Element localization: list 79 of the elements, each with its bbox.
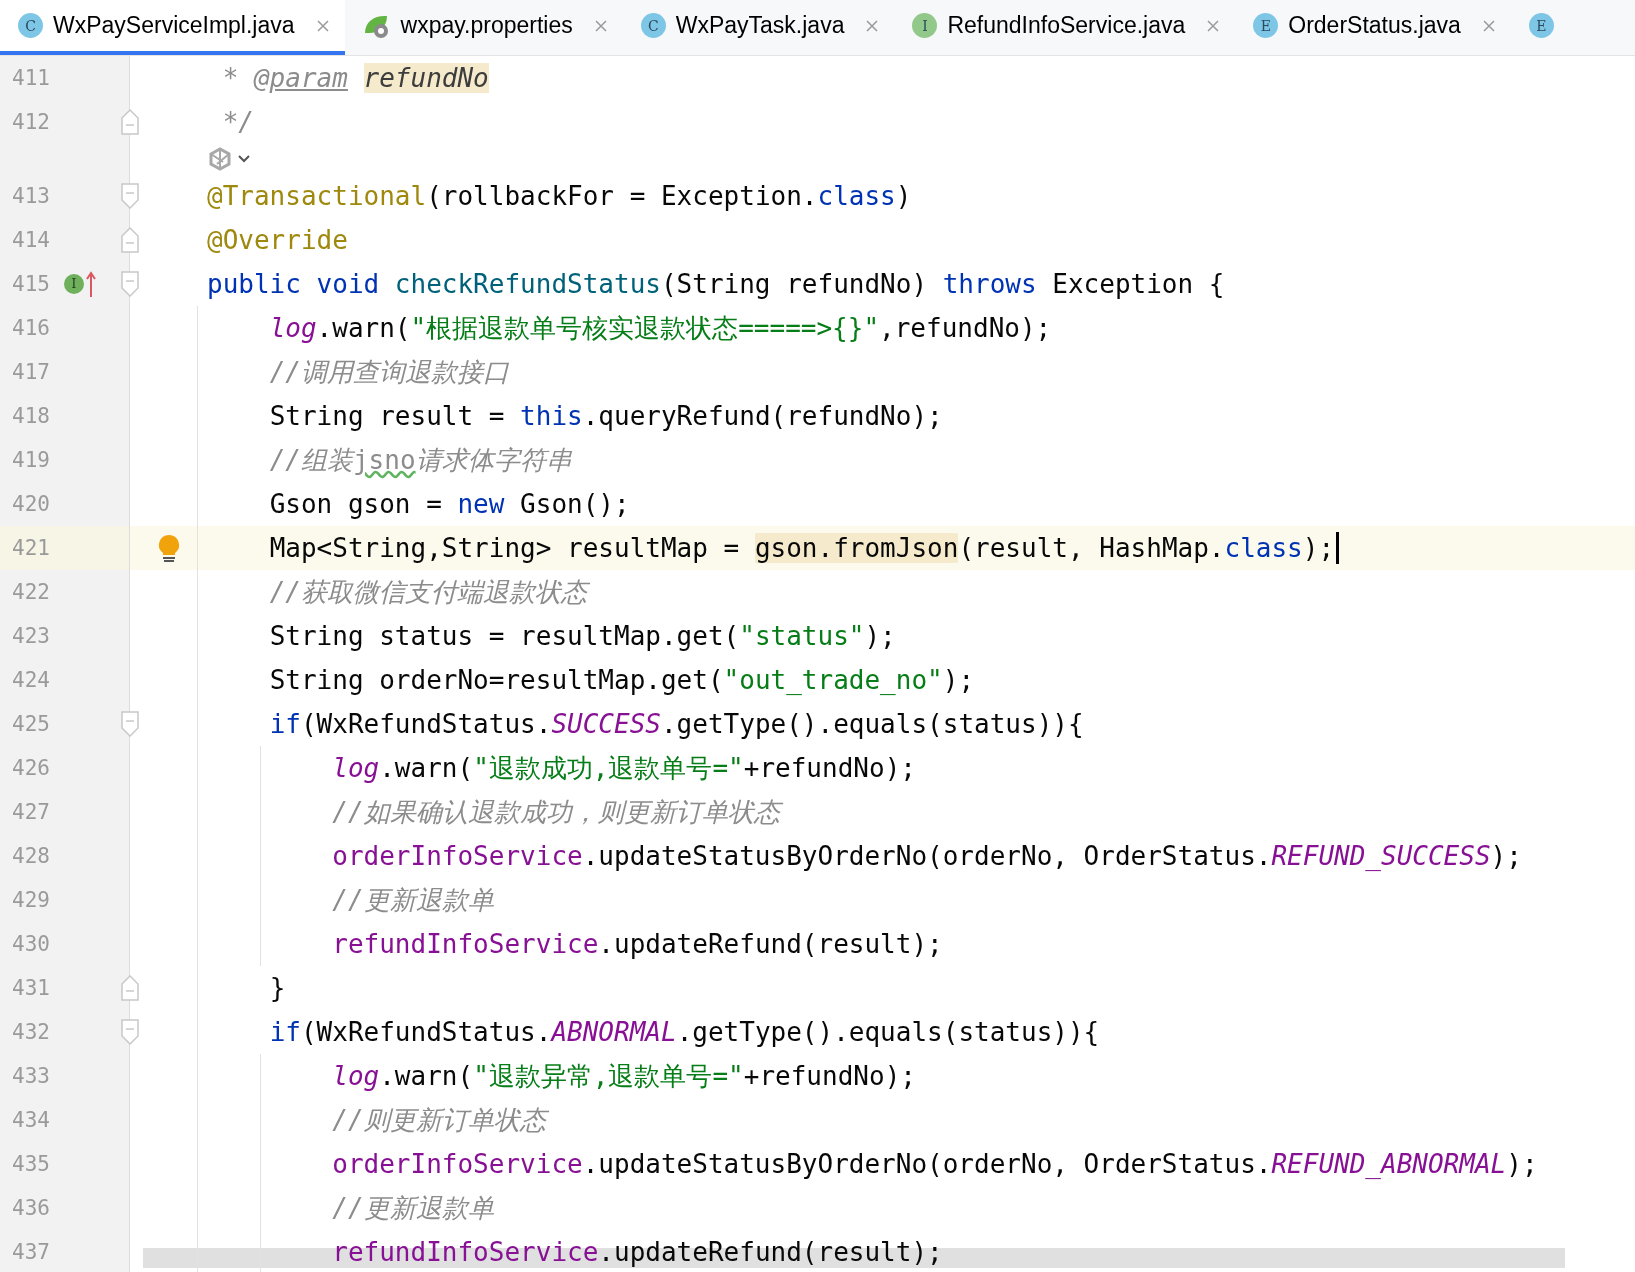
fold-icon[interactable] xyxy=(121,711,139,737)
line-number: 413 xyxy=(12,184,50,208)
class-icon: C xyxy=(18,13,43,38)
line-number: 427 xyxy=(12,800,50,824)
enum-icon: E xyxy=(1528,13,1554,38)
code-line: } xyxy=(268,973,286,1003)
interface-icon: I xyxy=(912,13,938,38)
fold-icon[interactable] xyxy=(121,109,139,135)
close-icon[interactable] xyxy=(314,17,331,34)
line-number: 435 xyxy=(12,1152,50,1176)
code-line: //调用查询退款接口 xyxy=(268,355,509,389)
editor-tab[interactable]: C WxPayTask.java xyxy=(622,0,895,55)
close-icon[interactable] xyxy=(1205,17,1222,34)
line-number: 437 xyxy=(12,1240,50,1264)
close-icon[interactable] xyxy=(592,17,609,34)
code-line: //更新退款单 xyxy=(331,883,494,917)
code-line: if(WxRefundStatus.SUCCESS.getType().equals(status)){ xyxy=(268,709,1084,739)
line-number: 418 xyxy=(12,404,50,428)
line-number: 436 xyxy=(12,1196,50,1220)
code-line: log.warn("根据退款单号核实退款状态=====>{}",refundNo); xyxy=(268,311,1052,345)
editor-tab[interactable]: wxpay.properties xyxy=(344,0,623,55)
code-line: log.warn("退款异常,退款单号="+refundNo); xyxy=(331,1059,916,1093)
editor-tab[interactable]: I RefundInfoService.java xyxy=(894,0,1236,55)
arrow-up-icon[interactable] xyxy=(85,271,96,297)
fold-icon[interactable] xyxy=(121,1019,139,1045)
code-line: //组装jsno请求体字符串 xyxy=(268,443,572,477)
line-number: 430 xyxy=(12,932,50,956)
line-number: 421 xyxy=(12,536,50,560)
fold-icon[interactable] xyxy=(121,975,139,1001)
code-line: refundInfoService.updateRefund(result); xyxy=(331,929,943,959)
editor-tab[interactable]: C WxPayServiceImpl.java xyxy=(0,0,345,55)
line-number: 417 xyxy=(12,360,50,384)
code-line: orderInfoService.updateStatusByOrderNo(orderNo, OrderStatus.REFUND_ABNORMAL); xyxy=(331,1149,1538,1179)
line-number: 414 xyxy=(12,228,50,252)
code-line: Map<String,String> resultMap = gson.fromJson(result, HashMap.class); xyxy=(268,533,1335,563)
close-icon[interactable] xyxy=(864,17,881,34)
fold-icon[interactable] xyxy=(121,227,139,253)
line-number: 424 xyxy=(12,668,50,692)
text-cursor xyxy=(1336,532,1340,564)
class-icon: C xyxy=(640,13,666,38)
line-number: 415 xyxy=(12,272,50,296)
code-line: Gson gson = new Gson(); xyxy=(268,489,630,519)
code-line: refundInfoService.updateRefund(result); xyxy=(331,1237,943,1267)
line-number: 432 xyxy=(12,1020,50,1044)
code-line: String result = this.queryRefund(refundNo); xyxy=(268,401,943,431)
close-icon[interactable] xyxy=(1480,17,1497,34)
code-line: String orderNo=resultMap.get("out_trade_no"); xyxy=(268,665,975,695)
line-number: 420 xyxy=(12,492,50,516)
line-number: 433 xyxy=(12,1064,50,1088)
line-number: 428 xyxy=(12,844,50,868)
implements-icon[interactable]: I xyxy=(63,274,84,294)
editor-tab[interactable]: E xyxy=(1510,0,1568,55)
code-line: * @param refundNo xyxy=(221,63,489,93)
line-number: 431 xyxy=(12,976,50,1000)
code-line: orderInfoService.updateStatusByOrderNo(orderNo, OrderStatus.REFUND_SUCCESS); xyxy=(331,841,1522,871)
line-number: 425 xyxy=(12,712,50,736)
line-number: 434 xyxy=(12,1108,50,1132)
lightbulb-icon[interactable] xyxy=(158,534,180,562)
line-number: 411 xyxy=(12,66,50,90)
line-number: 412 xyxy=(12,110,50,134)
chevron-down-icon[interactable] xyxy=(237,154,251,164)
line-number: 429 xyxy=(12,888,50,912)
editor-tab[interactable]: E OrderStatus.java xyxy=(1235,0,1511,55)
line-number: 419 xyxy=(12,448,50,472)
line-number: 422 xyxy=(12,580,50,604)
fold-icon[interactable] xyxy=(121,271,139,297)
code-line: log.warn("退款成功,退款单号="+refundNo); xyxy=(331,751,916,785)
code-line: String status = resultMap.get("status"); xyxy=(268,621,896,651)
code-line: @Transactional(rollbackFor = Exception.class) xyxy=(207,181,912,211)
code-line: //更新退款单 xyxy=(331,1191,494,1225)
code-line: public void checkRefundStatus(String refundNo) throws Exception { xyxy=(207,269,1225,299)
enum-icon: E xyxy=(1253,13,1279,38)
line-number: 416 xyxy=(12,316,50,340)
code-line: if(WxRefundStatus.ABNORMAL.getType().equals(status)){ xyxy=(268,1017,1100,1047)
line-number: 426 xyxy=(12,756,50,780)
code-line: */ xyxy=(221,107,254,137)
line-number: 423 xyxy=(12,624,50,648)
fold-icon[interactable] xyxy=(121,183,139,209)
code-line: @Override xyxy=(207,225,348,255)
